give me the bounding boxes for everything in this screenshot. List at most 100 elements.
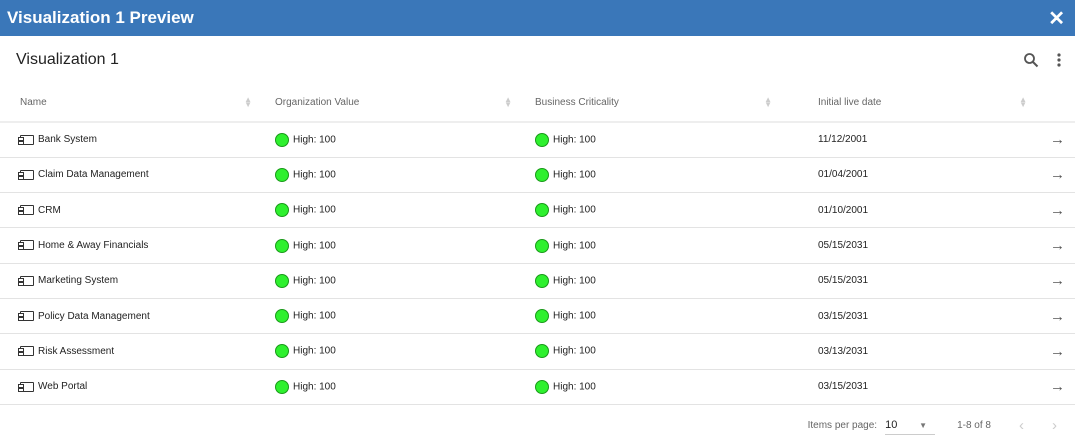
business-criticality: High: 100 <box>553 310 596 322</box>
organization-value: High: 100 <box>293 204 336 216</box>
initial-live-date: 01/10/2001 <box>780 192 1035 229</box>
column-header-name[interactable]: Name ▲ ▼ <box>0 84 260 123</box>
arrow-right-icon[interactable]: → <box>1035 263 1075 299</box>
arrow-right-icon[interactable]: → <box>1035 122 1075 158</box>
business-criticality: High: 100 <box>553 346 596 358</box>
status-dot-icon <box>535 132 549 147</box>
sort-icon[interactable]: ▲ ▼ <box>764 96 772 109</box>
row-name: Risk Assessment <box>38 345 115 357</box>
organization-value-cell: High: 100 <box>260 298 520 335</box>
sort-icon[interactable]: ▲ ▼ <box>244 96 252 109</box>
application-component-icon <box>18 169 34 180</box>
row-name: Bank System <box>38 134 97 146</box>
business-criticality-cell: High: 100 <box>520 227 780 264</box>
business-criticality-cell: High: 100 <box>520 157 780 194</box>
table-row[interactable]: Home & Away Financials High: 100 High: 1… <box>0 227 1075 264</box>
business-criticality-cell: High: 100 <box>520 263 780 299</box>
table-row[interactable]: Web Portal High: 100 High: 100 03/15/203… <box>0 369 1075 405</box>
application-component-icon <box>18 240 34 251</box>
name-cell: Risk Assessment <box>0 333 260 370</box>
business-criticality-cell: High: 100 <box>520 122 780 158</box>
column-header-actions <box>1035 84 1075 123</box>
previous-page-icon[interactable]: ‹ <box>1019 417 1024 434</box>
name-cell: Bank System <box>0 122 260 158</box>
business-criticality-cell: High: 100 <box>520 192 780 229</box>
column-header-initial-live-date[interactable]: Initial live date ▲ ▼ <box>780 84 1035 123</box>
arrow-right-icon[interactable]: → <box>1035 333 1075 370</box>
search-icon[interactable] <box>1023 52 1039 68</box>
arrow-right-icon[interactable]: → <box>1035 157 1075 194</box>
business-criticality: High: 100 <box>553 204 596 216</box>
organization-value-cell: High: 100 <box>260 157 520 194</box>
table-row[interactable]: Claim Data Management High: 100 High: 10… <box>0 157 1075 194</box>
table-row[interactable]: Policy Data Management High: 100 High: 1… <box>0 298 1075 335</box>
status-dot-icon <box>275 309 289 324</box>
initial-live-date: 03/15/2031 <box>780 298 1035 335</box>
organization-value: High: 100 <box>293 310 336 322</box>
name-cell: Home & Away Financials <box>0 227 260 264</box>
column-header-organization-value[interactable]: Organization Value ▲ ▼ <box>260 84 520 123</box>
name-cell: Claim Data Management <box>0 157 260 194</box>
column-label: Organization Value <box>275 97 360 108</box>
application-component-icon <box>18 310 34 321</box>
arrow-right-icon[interactable]: → <box>1035 192 1075 229</box>
business-criticality: High: 100 <box>553 134 596 146</box>
organization-value-cell: High: 100 <box>260 263 520 299</box>
organization-value: High: 100 <box>293 240 336 252</box>
name-cell: CRM <box>0 192 260 229</box>
table-row[interactable]: CRM High: 100 High: 100 01/10/2001 → <box>0 192 1075 229</box>
name-cell: Marketing System <box>0 263 260 299</box>
table-row[interactable]: Bank System High: 100 High: 100 11/12/20… <box>0 122 1075 158</box>
more-vert-icon[interactable] <box>1057 53 1061 67</box>
business-criticality: High: 100 <box>553 275 596 287</box>
column-label: Name <box>20 97 47 108</box>
application-component-icon <box>18 275 34 286</box>
items-per-page-label: Items per page: <box>807 419 878 431</box>
status-dot-icon <box>275 379 289 394</box>
organization-value: High: 100 <box>293 134 336 146</box>
name-cell: Web Portal <box>0 369 260 405</box>
status-dot-icon <box>535 203 549 218</box>
close-icon[interactable]: ✕ <box>1048 6 1065 31</box>
column-label: Initial live date <box>818 97 882 108</box>
organization-value: High: 100 <box>293 381 336 393</box>
table-header-row: Name ▲ ▼ Organization Value ▲ ▼ Business Cri… <box>0 84 1075 123</box>
organization-value-cell: High: 100 <box>260 192 520 229</box>
items-per-page-value: 10 <box>885 419 898 431</box>
organization-value-cell: High: 100 <box>260 122 520 158</box>
organization-value: High: 100 <box>293 346 336 358</box>
sort-icon[interactable]: ▲ ▼ <box>1019 96 1027 109</box>
items-per-page-select[interactable]: 10 ▼ <box>885 415 936 435</box>
row-name: Web Portal <box>38 381 88 393</box>
business-criticality: High: 100 <box>553 169 596 181</box>
application-component-icon <box>18 134 34 145</box>
organization-value-cell: High: 100 <box>260 369 520 405</box>
organization-value-cell: High: 100 <box>260 227 520 264</box>
row-name: CRM <box>38 204 61 216</box>
next-page-icon[interactable]: › <box>1052 417 1057 434</box>
initial-live-date: 01/04/2001 <box>780 157 1035 194</box>
initial-live-date: 03/13/2031 <box>780 333 1035 370</box>
table-row[interactable]: Risk Assessment High: 100 High: 100 03/1… <box>0 333 1075 370</box>
business-criticality-cell: High: 100 <box>520 369 780 405</box>
status-dot-icon <box>275 273 289 288</box>
data-table: Name ▲ ▼ Organization Value ▲ ▼ Business Cri… <box>0 84 1075 405</box>
arrow-right-icon[interactable]: → <box>1035 227 1075 264</box>
status-dot-icon <box>535 379 549 394</box>
arrow-right-icon[interactable]: → <box>1035 369 1075 405</box>
status-dot-icon <box>535 238 549 253</box>
initial-live-date: 11/12/2001 <box>780 122 1035 158</box>
status-dot-icon <box>535 344 549 359</box>
column-header-business-criticality[interactable]: Business Criticality ▲ ▼ <box>520 84 780 123</box>
status-dot-icon <box>535 309 549 324</box>
column-label: Business Criticality <box>535 97 619 108</box>
arrow-right-icon[interactable]: → <box>1035 298 1075 335</box>
name-cell: Policy Data Management <box>0 298 260 335</box>
table-row[interactable]: Marketing System High: 100 High: 100 05/… <box>0 263 1075 299</box>
application-component-icon <box>18 205 34 216</box>
organization-value: High: 100 <box>293 169 336 181</box>
view-header: Visualization 1 <box>0 36 1075 84</box>
paginator: Items per page: 10 ▼ 1-8 of 8 ‹ › <box>808 405 1075 445</box>
status-dot-icon <box>535 273 549 288</box>
sort-icon[interactable]: ▲ ▼ <box>504 96 512 109</box>
